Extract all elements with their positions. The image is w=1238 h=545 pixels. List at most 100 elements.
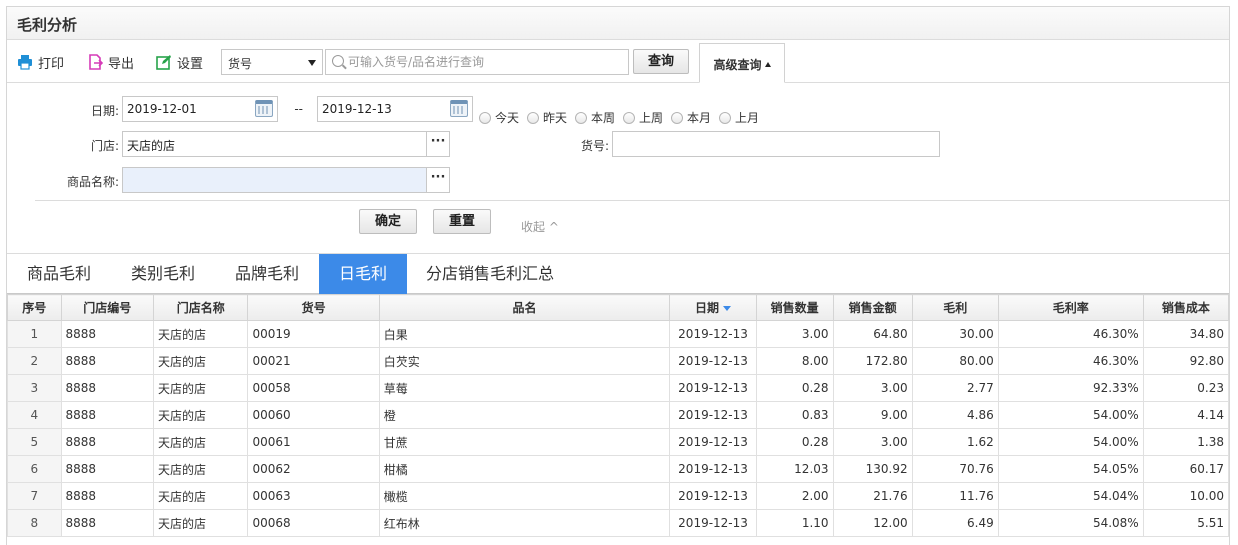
- search-input[interactable]: [348, 54, 618, 70]
- table-cell: 21.76: [832, 482, 913, 510]
- table-cell: 橙: [378, 401, 671, 429]
- calendar-icon[interactable]: [255, 100, 273, 117]
- column-header[interactable]: 品名: [378, 294, 671, 321]
- table-cell: 橄榄: [378, 482, 671, 510]
- export-icon: [89, 54, 103, 70]
- export-button[interactable]: 导出: [87, 52, 134, 72]
- table-row[interactable]: 7 8888 天店的店 00063 橄榄 2019-12-13 2.00 21.76 11.76…: [7, 482, 1230, 510]
- radio-last-month[interactable]: 上月: [719, 109, 759, 126]
- collapse-link[interactable]: 收起 ^: [521, 218, 559, 235]
- radio-label: 今天: [495, 111, 520, 125]
- tab-brand-profit[interactable]: 品牌毛利: [215, 254, 319, 294]
- table-cell: 00021: [247, 347, 380, 375]
- radio-label: 本月: [687, 111, 712, 125]
- table-row[interactable]: 2 8888 天店的店 00021 白芡实 2019-12-13 8.00 172.80 80.…: [7, 347, 1230, 375]
- table-cell: 7: [7, 482, 62, 510]
- print-button[interactable]: 打印: [17, 52, 64, 72]
- tab-product-profit[interactable]: 商品毛利: [7, 254, 111, 294]
- table-cell: 8888: [60, 347, 154, 375]
- product-name-label: 商品名称:: [66, 175, 119, 189]
- table-cell: 00062: [247, 455, 380, 483]
- query-button[interactable]: 查询: [633, 49, 689, 74]
- calendar-icon[interactable]: [450, 100, 468, 117]
- settings-button[interactable]: 设置: [156, 52, 203, 72]
- radio-label: 昨天: [543, 111, 568, 125]
- store-picker-button[interactable]: ···: [426, 131, 450, 157]
- date-to-field[interactable]: 2019-12-13: [317, 96, 473, 122]
- date-from-field[interactable]: 2019-12-01: [122, 96, 278, 122]
- column-header[interactable]: 门店名称: [152, 294, 249, 321]
- radio-today[interactable]: 今天: [479, 109, 519, 126]
- printer-icon: [18, 55, 32, 70]
- table-cell: 5.51: [1142, 509, 1230, 537]
- radio-last-week[interactable]: 上周: [623, 109, 663, 126]
- search-icon: [332, 55, 344, 67]
- store-value: 天店的店: [127, 139, 176, 153]
- table-row[interactable]: 4 8888 天店的店 00060 橙 2019-12-13 0.83 9.00 4.86 54.…: [7, 401, 1230, 429]
- column-header[interactable]: 销售成本: [1142, 294, 1230, 321]
- table-cell: 54.00%: [997, 401, 1144, 429]
- code-field[interactable]: [612, 131, 940, 157]
- date-label: 日期:: [90, 104, 119, 118]
- column-header[interactable]: 门店编号: [60, 294, 154, 321]
- table-cell: 80.00: [911, 347, 999, 375]
- column-header[interactable]: 货号: [247, 294, 380, 321]
- table-cell: 2.77: [911, 374, 999, 402]
- radio-label: 本周: [591, 111, 616, 125]
- table-body: 1 8888 天店的店 00019 白果 2019-12-13 3.00 64.80 30.00…: [7, 320, 1230, 537]
- table-cell: 2019-12-13: [669, 482, 757, 510]
- report-tabs: 商品毛利 类别毛利 品牌毛利 日毛利 分店销售毛利汇总: [7, 253, 1229, 294]
- tab-daily-profit[interactable]: 日毛利: [319, 254, 407, 294]
- table-cell: 4.86: [911, 401, 999, 429]
- column-header[interactable]: 序号: [7, 294, 62, 321]
- advanced-query-tab[interactable]: 高级查询: [699, 43, 785, 83]
- settings-label: 设置: [177, 56, 204, 72]
- table-cell: 天店的店: [152, 428, 249, 456]
- table-cell: 54.04%: [997, 482, 1144, 510]
- date-to-value: 2019-12-13: [322, 102, 392, 116]
- radio-this-week[interactable]: 本周: [575, 109, 615, 126]
- product-picker-button[interactable]: ···: [426, 167, 450, 193]
- table-cell: 00060: [247, 401, 380, 429]
- tab-category-profit[interactable]: 类别毛利: [111, 254, 215, 294]
- tab-branch-summary[interactable]: 分店销售毛利汇总: [407, 254, 573, 294]
- table-cell: 9.00: [832, 401, 913, 429]
- table-row[interactable]: 1 8888 天店的店 00019 白果 2019-12-13 3.00 64.80 30.00…: [7, 320, 1230, 348]
- table-row[interactable]: 3 8888 天店的店 00058 草莓 2019-12-13 0.28 3.00 2.77 92…: [7, 374, 1230, 402]
- table-row[interactable]: 8 8888 天店的店 00068 红布林 2019-12-13 1.10 12.00 6.49…: [7, 509, 1230, 537]
- column-header[interactable]: 毛利: [911, 294, 999, 321]
- radio-label: 上月: [735, 111, 760, 125]
- search-box: [325, 49, 629, 75]
- table-row[interactable]: 6 8888 天店的店 00062 柑橘 2019-12-13 12.03 130.92 70.…: [7, 455, 1230, 483]
- table-cell: 70.76: [911, 455, 999, 483]
- table-row[interactable]: 5 8888 天店的店 00061 甘蔗 2019-12-13 0.28 3.00 1.62 54…: [7, 428, 1230, 456]
- gross-profit-panel: 毛利分析 打印 导出 设置 货号 可输入货号/品名进行查询 查询 高级查询 日期…: [6, 6, 1230, 545]
- table-cell: 2019-12-13: [669, 455, 757, 483]
- column-header[interactable]: 销售数量: [755, 294, 834, 321]
- store-field[interactable]: 天店的店: [122, 131, 427, 157]
- table-cell: 11.76: [911, 482, 999, 510]
- column-header[interactable]: 销售金额: [832, 294, 913, 321]
- table-cell: 6: [7, 455, 62, 483]
- reset-button[interactable]: 重置: [433, 209, 491, 234]
- field-select[interactable]: 货号: [221, 49, 323, 75]
- confirm-button[interactable]: 确定: [359, 209, 417, 234]
- table-cell: 00019: [247, 320, 380, 348]
- product-name-field[interactable]: [122, 167, 427, 193]
- data-table: 序号 门店编号 门店名称 货号 品名 日期 销售数量 销售金额 毛利 毛利率 销…: [7, 294, 1230, 537]
- table-cell: 4: [7, 401, 62, 429]
- radio-this-month[interactable]: 本月: [671, 109, 711, 126]
- table-cell: 天店的店: [152, 347, 249, 375]
- table-cell: 2019-12-13: [669, 347, 757, 375]
- table-cell: 天店的店: [152, 455, 249, 483]
- table-cell: 8888: [60, 320, 154, 348]
- table-cell: 2019-12-13: [669, 401, 757, 429]
- table-cell: 130.92: [832, 455, 913, 483]
- table-cell: 10.00: [1142, 482, 1230, 510]
- column-header-date[interactable]: 日期: [669, 294, 757, 321]
- table-cell: 54.08%: [997, 509, 1144, 537]
- radio-yesterday[interactable]: 昨天: [527, 109, 567, 126]
- column-header[interactable]: 毛利率: [997, 294, 1144, 321]
- table-cell: 00061: [247, 428, 380, 456]
- table-cell: 5: [7, 428, 62, 456]
